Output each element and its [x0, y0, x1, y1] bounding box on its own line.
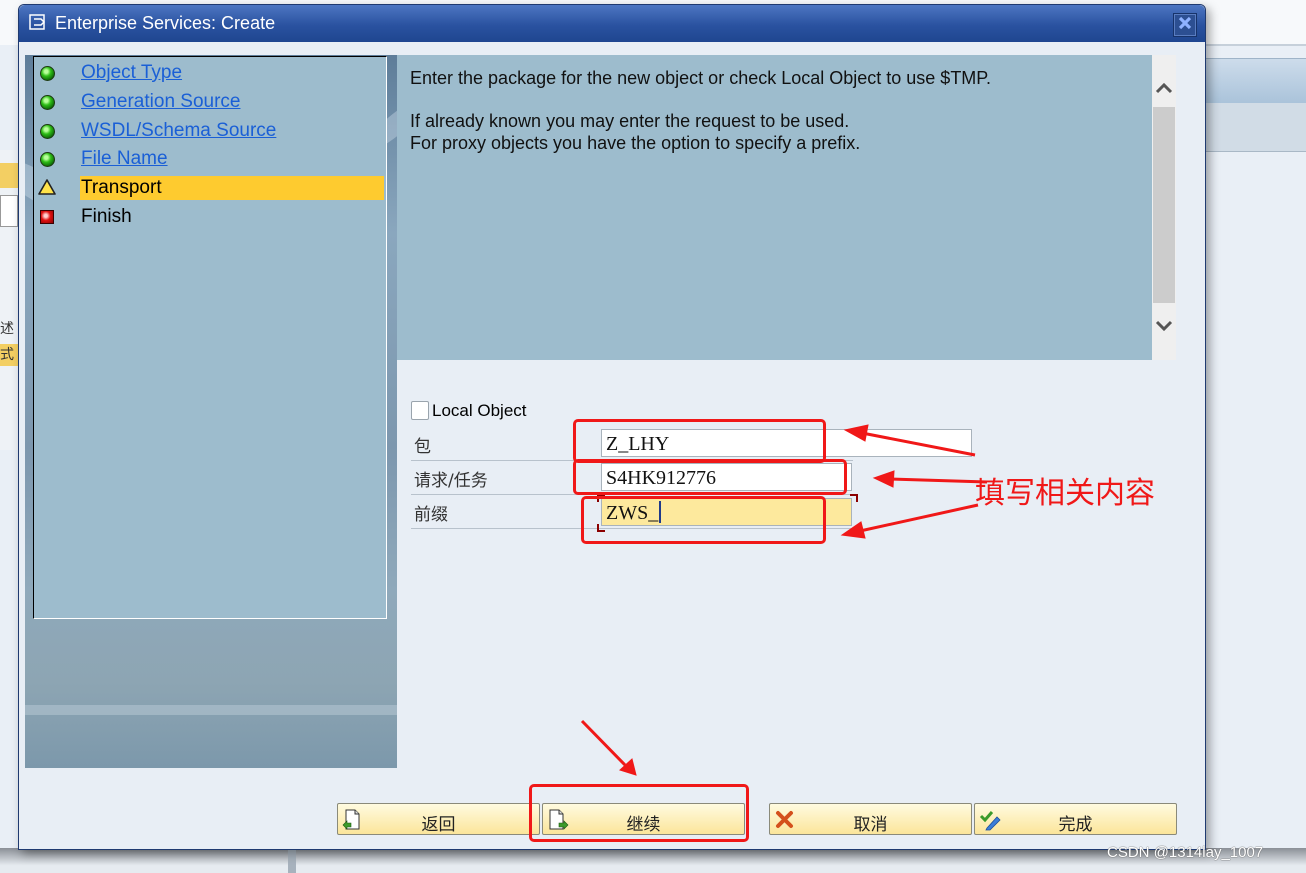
prefix-value: ZWS_: [606, 502, 659, 524]
complete-button[interactable]: 完成: [974, 803, 1177, 835]
background-separator: [288, 848, 296, 873]
prefix-label: 前缀: [414, 505, 448, 525]
wizard-graphic-panel: Object Type Generation Source WSDL/Schem…: [25, 55, 397, 768]
step-finish: Finish: [34, 205, 386, 229]
warning-triangle-icon: [38, 179, 56, 195]
package-label: 包: [414, 437, 431, 457]
annotation-text: 填写相关内容: [975, 476, 1155, 511]
scroll-down-icon[interactable]: [1155, 317, 1173, 335]
vertical-scrollbar[interactable]: [1152, 55, 1176, 360]
package-input[interactable]: Z_LHY: [601, 429, 972, 457]
step-generation-source[interactable]: Generation Source: [34, 90, 386, 114]
step-object-type[interactable]: Object Type: [34, 61, 386, 85]
watermark: CSDN @1314lay_1007: [1107, 844, 1264, 861]
cancel-button-label: 取消: [853, 815, 888, 835]
background-left-panel: 述 式: [0, 150, 18, 450]
step-label-current: Transport: [80, 176, 384, 200]
green-light-icon: [40, 66, 56, 82]
step-link[interactable]: WSDL/Schema Source: [80, 119, 276, 143]
step-label: Finish: [81, 206, 132, 227]
step-link[interactable]: Generation Source: [80, 90, 241, 114]
instruction-text-area: Enter the package for the new object or …: [397, 55, 1152, 360]
enterprise-services-create-dialog: Enterprise Services: Create Object Type …: [18, 4, 1206, 850]
step-link[interactable]: Object Type: [80, 61, 182, 85]
background-toolbar-secondary: [1205, 103, 1306, 152]
background-highlight: [0, 163, 18, 188]
step-wsdl-schema-source[interactable]: WSDL/Schema Source: [34, 119, 386, 143]
background-field: [0, 195, 18, 227]
instruction-line: For proxy objects you have the option to…: [410, 133, 861, 153]
continue-button[interactable]: 继续: [542, 803, 745, 835]
back-button-label: 返回: [421, 815, 456, 835]
prefix-input[interactable]: ZWS_: [601, 498, 852, 526]
background-divider: [1205, 44, 1306, 46]
close-icon: [1178, 16, 1192, 35]
dialog-titlebar[interactable]: Enterprise Services: Create: [19, 5, 1205, 42]
back-button[interactable]: 返回: [337, 803, 540, 835]
focus-corner: [850, 494, 858, 502]
background-text-highlight: 式: [0, 344, 18, 366]
close-button[interactable]: [1173, 13, 1197, 37]
request-input[interactable]: S4HK912776: [601, 463, 852, 491]
continue-button-label: 继续: [626, 815, 661, 835]
background-toolbar: [1205, 58, 1306, 104]
focus-corner: [597, 494, 605, 502]
text-cursor: [659, 501, 662, 523]
green-light-icon: [40, 152, 56, 168]
green-light-icon: [40, 124, 56, 140]
complete-button-label: 完成: [1058, 815, 1093, 835]
local-object-checkbox[interactable]: [411, 401, 429, 420]
red-square-icon: [40, 210, 56, 226]
dialog-title: Enterprise Services: Create: [55, 13, 276, 33]
background-text: 述: [0, 320, 14, 336]
scroll-up-icon[interactable]: [1155, 79, 1173, 97]
instruction-line: Enter the package for the new object or …: [410, 68, 991, 88]
step-file-name[interactable]: File Name: [34, 147, 386, 171]
background-streak: [25, 705, 397, 715]
wizard-steps-list: Object Type Generation Source WSDL/Schem…: [33, 56, 387, 619]
scrollbar-thumb[interactable]: [1153, 107, 1175, 303]
request-label: 请求/任务: [414, 471, 488, 491]
green-light-icon: [40, 95, 56, 111]
step-link[interactable]: File Name: [80, 147, 168, 171]
window-icon: [29, 14, 47, 30]
cancel-button[interactable]: 取消: [769, 803, 972, 835]
step-transport: Transport: [34, 176, 386, 200]
local-object-label: Local Object: [432, 401, 527, 420]
focus-corner: [597, 524, 605, 532]
instruction-line: If already known you may enter the reque…: [410, 111, 850, 131]
